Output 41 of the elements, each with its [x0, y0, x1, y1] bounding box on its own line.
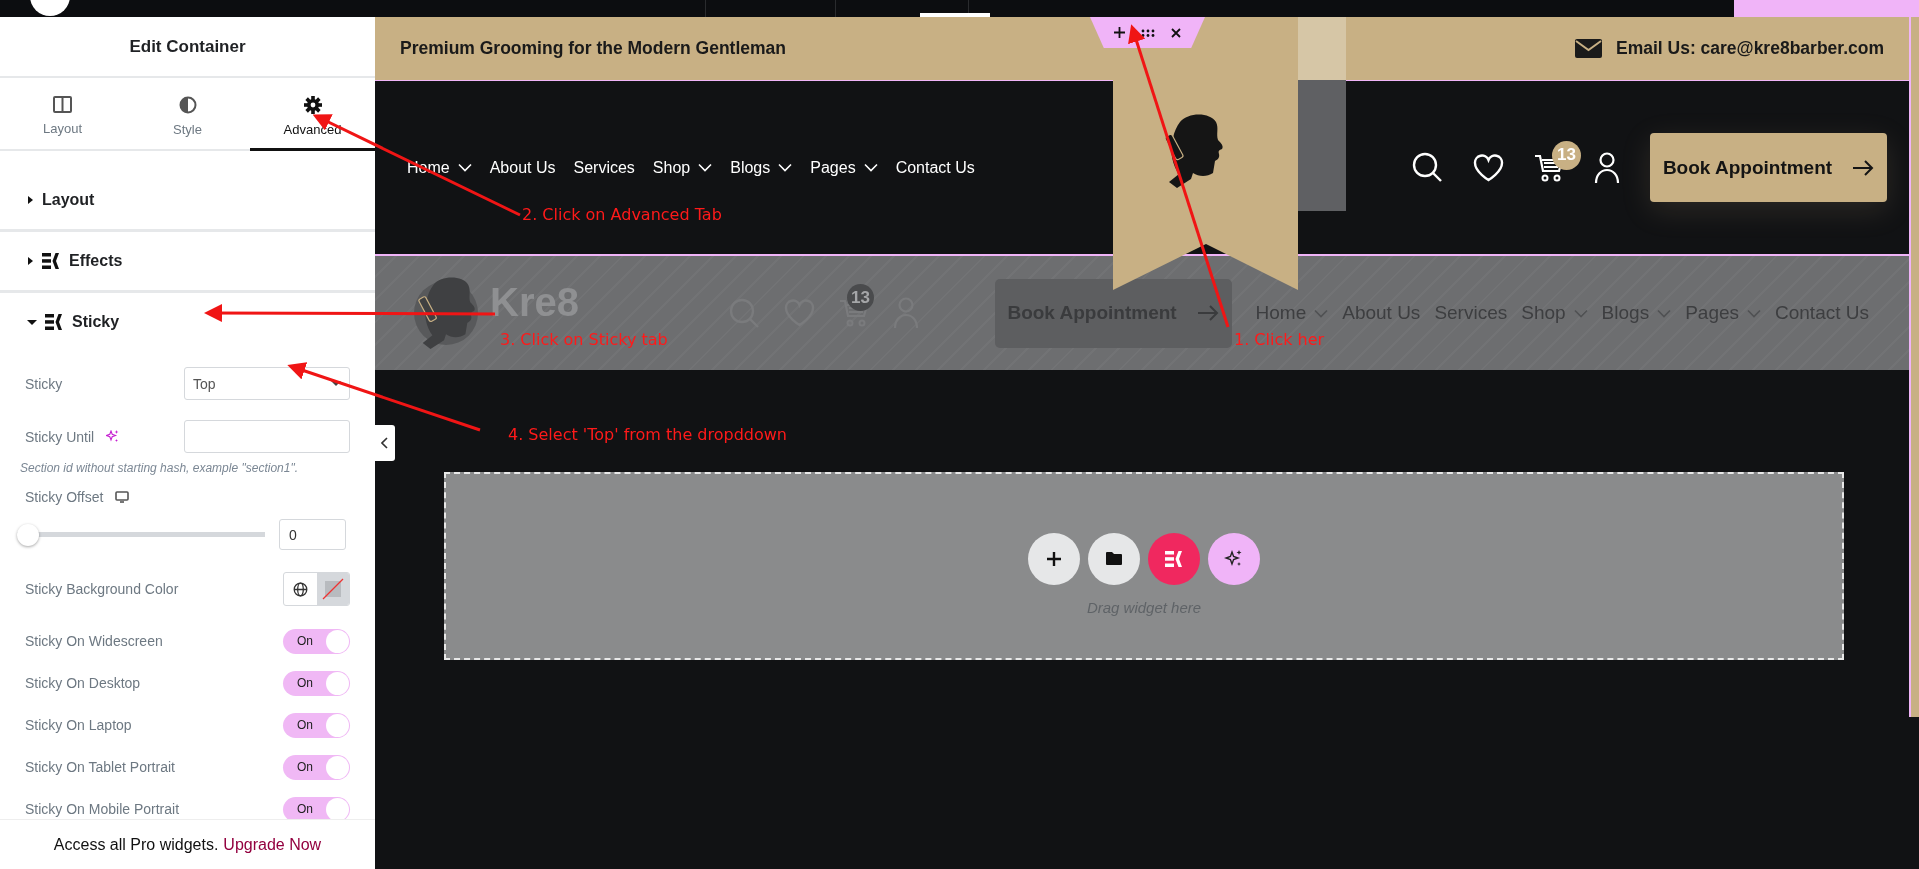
control-label: Sticky On Tablet Portrait — [25, 759, 175, 775]
number-field[interactable]: 0 — [279, 519, 346, 550]
promo-text: Access all Pro widgets. — [53, 835, 219, 854]
control-label: Sticky On Mobile Portrait — [25, 801, 180, 817]
nav-link[interactable]: Services — [573, 158, 635, 177]
nav-link[interactable]: Blogs — [730, 158, 793, 177]
control-label: Sticky Offset — [25, 489, 104, 505]
toggle-switch[interactable]: On — [283, 712, 350, 738]
section-title: Sticky — [72, 313, 120, 331]
toggle-switch[interactable]: On — [283, 796, 350, 819]
annotation-text: 2. Click on Advanced Tab — [522, 205, 722, 224]
control-label: Sticky On Laptop — [25, 717, 132, 733]
nav-link[interactable]: Pages — [810, 158, 878, 177]
nav-link[interactable]: About Us — [489, 158, 556, 177]
section-title: Effects — [69, 252, 123, 270]
book-appointment-button[interactable]: Book Appointment — [1650, 133, 1887, 202]
annotation-text: 3. Click on Sticky tab — [500, 330, 668, 349]
panel-tab[interactable]: Layout — [0, 78, 125, 151]
control-label: Sticky Background Color — [25, 581, 179, 597]
cart-count-badge: 13 — [1552, 140, 1581, 170]
cart-count-badge: 13 — [846, 284, 874, 311]
control-label: Sticky On Desktop — [25, 675, 141, 691]
section-header[interactable]: Sticky — [0, 293, 375, 351]
annotation-text: 1. Click her — [1234, 330, 1325, 349]
toggle-switch[interactable]: On — [283, 754, 350, 780]
panel-title: Edit Container — [129, 36, 246, 57]
toggle-switch[interactable]: On — [283, 670, 350, 696]
tagline: Premium Grooming for the Modern Gentleman — [400, 38, 786, 59]
panel-tab[interactable]: Style — [125, 78, 250, 151]
nav-link[interactable]: Shop — [652, 158, 713, 177]
section-title: Layout — [42, 191, 95, 209]
control-label: Sticky — [25, 375, 63, 392]
toggle-switch[interactable]: On — [283, 628, 350, 654]
email-text: Email Us: care@kre8barber.com — [1615, 38, 1884, 59]
control-label: Sticky On Widescreen — [25, 633, 163, 649]
annotation-text: 4. Select 'Top' from the dropddown — [508, 425, 787, 444]
help-text: Section id without starting hash, example "section1". — [20, 461, 299, 475]
sticky-dropdown[interactable]: Top — [184, 367, 350, 400]
control-label: Sticky Until — [25, 428, 95, 445]
upgrade-link[interactable]: Upgrade Now — [223, 835, 322, 854]
nav-link[interactable]: Contact Us — [895, 158, 975, 177]
